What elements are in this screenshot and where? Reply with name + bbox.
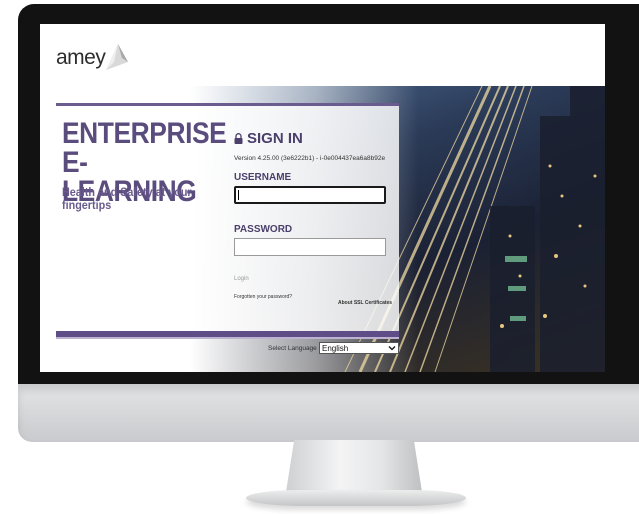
amey-logo-mark-icon: [106, 44, 128, 70]
signin-heading: SIGN IN: [234, 130, 303, 147]
forgot-password-link[interactable]: Forgotten your password?: [234, 294, 292, 300]
hero-title-line1: ENTERPRISE: [62, 117, 227, 150]
login-button[interactable]: Login: [234, 276, 249, 282]
text-caret: [238, 190, 239, 200]
language-selected: English: [322, 343, 349, 353]
chevron-down-icon: [388, 346, 396, 351]
monitor-screen: amey ENTERPRISE E-LEARNING Health and Sa…: [40, 24, 605, 372]
version-text: Version 4.25.00 (3e6222b1) - i-0e004437e…: [234, 155, 386, 162]
about-ssl-link[interactable]: About SSL Certificates: [338, 300, 392, 306]
monitor-chin: [18, 384, 639, 442]
password-label: PASSWORD: [234, 224, 293, 235]
panel-top-divider: [56, 103, 399, 106]
password-input[interactable]: [234, 238, 386, 256]
monitor-stand-base: [246, 490, 466, 506]
username-label: USERNAME: [234, 172, 292, 183]
lock-icon: [234, 133, 243, 144]
username-input[interactable]: [234, 186, 386, 204]
monitor-stand-neck: [286, 440, 422, 492]
hero-subtitle: Health and Safety at your fingertips: [62, 185, 192, 212]
language-label: Select Language: [268, 345, 317, 352]
language-select[interactable]: English: [319, 342, 399, 354]
header-bar: amey: [40, 24, 605, 86]
panel-bottom-divider-light: [56, 337, 399, 339]
signin-heading-text: SIGN IN: [247, 130, 303, 147]
